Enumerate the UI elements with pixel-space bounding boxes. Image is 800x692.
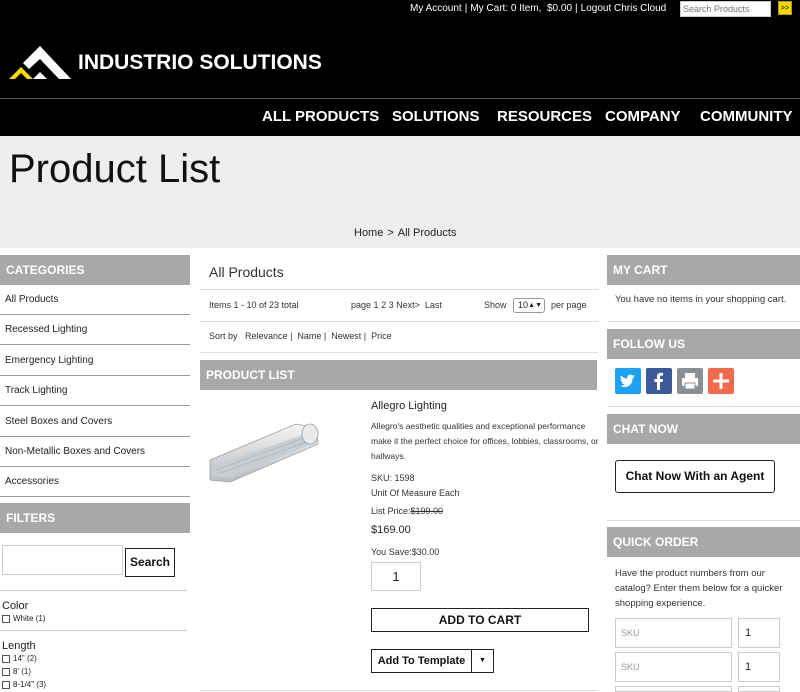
updown-icon: ▲▼ — [528, 302, 542, 309]
pagination: page 1 2 3 Next> Last — [351, 300, 442, 310]
brand-name[interactable]: INDUSTRIO SOLUTIONS — [78, 51, 322, 75]
quick-order-sku-input[interactable]: SKU — [615, 618, 732, 648]
category-recessed-lighting[interactable]: Recessed Lighting — [0, 315, 190, 345]
company-logo-icon[interactable] — [9, 45, 71, 81]
quick-order-description: Have the product numbers from our catalo… — [615, 568, 783, 609]
category-emergency-lighting[interactable]: Emergency Lighting — [0, 346, 190, 376]
you-save: You Save:$30.00 — [371, 547, 440, 557]
template-dropdown-caret-icon[interactable]: ▼ — [472, 649, 494, 673]
breadcrumb-home[interactable]: Home — [354, 227, 383, 239]
product-description: Allegro's aesthetic qualities and except… — [371, 421, 599, 461]
utility-links: My Account | My Cart: 0 Item, $0.00 | Logout… — [410, 3, 667, 14]
results-heading: All Products — [209, 264, 284, 280]
quick-order-sku-input[interactable]: SKU — [615, 652, 732, 682]
quick-order-heading: QUICK ORDER — [607, 527, 800, 557]
nav-community[interactable]: COMMUNITY — [700, 108, 793, 125]
follow-us-heading: FOLLOW US — [607, 329, 800, 359]
list-price-value: $199.00 — [410, 506, 444, 516]
facet-length-8[interactable]: 8' (1) — [2, 667, 31, 676]
per-page-select[interactable]: 10 ▲▼ — [513, 298, 545, 313]
checkbox[interactable] — [2, 654, 10, 663]
breadcrumb-separator: > — [387, 227, 394, 239]
category-accessories[interactable]: Accessories — [0, 467, 190, 497]
quick-order-qty-input[interactable]: 1 — [738, 618, 780, 648]
page-2-link[interactable]: 2 — [381, 300, 386, 310]
category-track-lighting[interactable]: Track Lighting — [0, 376, 190, 406]
quick-order-qty-input[interactable] — [738, 686, 780, 692]
divider — [200, 352, 598, 353]
cart-total: $0.00 — [547, 3, 573, 14]
divider — [607, 520, 800, 521]
product-price: $169.00 — [371, 524, 411, 536]
nav-resources[interactable]: RESOURCES — [497, 108, 592, 125]
quick-order-qty-input[interactable]: 1 — [738, 652, 780, 682]
sort-bar: Sort by Relevance | Name | Newest | Pric… — [209, 331, 392, 341]
filter-divider — [0, 590, 187, 591]
checkbox[interactable] — [2, 680, 10, 689]
facet-length-label: Length — [2, 640, 36, 652]
my-cart-heading: MY CART — [607, 255, 800, 285]
checkbox[interactable] — [2, 667, 10, 676]
filters-heading: FILTERS — [0, 503, 190, 533]
nav-company[interactable]: COMPANY — [605, 108, 681, 125]
divider — [200, 321, 598, 322]
per-page-label: per page — [551, 300, 587, 310]
share-plus-icon[interactable] — [708, 368, 734, 394]
filter-search-button[interactable]: Search — [125, 548, 175, 577]
product-sku: SKU: 1598 — [371, 473, 415, 483]
quantity-input[interactable]: 1 — [371, 562, 421, 591]
add-to-template-button[interactable]: Add To Template — [371, 649, 472, 673]
breadcrumb: Home > All Products — [354, 227, 456, 239]
search-go-button[interactable]: >> — [778, 1, 792, 15]
page-title: Product List — [9, 147, 221, 191]
sort-newest[interactable]: Newest — [331, 331, 361, 341]
my-account-link[interactable]: My Account — [410, 3, 462, 14]
sort-relevance[interactable]: Relevance — [245, 331, 288, 341]
logout-link[interactable]: Logout Chris Cloud — [581, 3, 667, 14]
sort-price[interactable]: Price — [371, 331, 392, 341]
facebook-icon[interactable] — [646, 368, 672, 394]
facet-length-14[interactable]: 14" (2) — [2, 654, 37, 663]
next-page-link[interactable]: Next> — [396, 300, 420, 310]
chat-now-heading: CHAT NOW — [607, 414, 800, 444]
chat-with-agent-button[interactable]: Chat Now With an Agent — [615, 460, 775, 493]
category-steel-boxes[interactable]: Steel Boxes and Covers — [0, 407, 190, 437]
facet-color-label: Color — [2, 600, 29, 612]
product-list-heading: PRODUCT LIST — [200, 360, 597, 390]
product-uom: Unit Of Measure Each — [371, 488, 460, 498]
checkbox[interactable] — [2, 614, 10, 623]
categories-heading: CATEGORIES — [0, 255, 190, 285]
quick-order-sku-input[interactable] — [615, 686, 732, 692]
page-1-link[interactable]: 1 — [374, 300, 379, 310]
sort-name[interactable]: Name — [297, 331, 321, 341]
divider — [607, 406, 800, 407]
nav-all-products[interactable]: ALL PRODUCTS — [262, 108, 379, 125]
divider — [200, 690, 598, 691]
filter-search-input[interactable] — [2, 545, 123, 575]
items-range: Items 1 - 10 of 23 total — [209, 300, 299, 310]
facet-color-white[interactable]: White (1) — [2, 614, 45, 623]
last-page-link[interactable]: Last — [425, 300, 442, 310]
twitter-icon[interactable] — [615, 368, 641, 394]
divider — [607, 321, 800, 322]
pagination-label: page — [351, 300, 372, 310]
facet-length-8-1-4[interactable]: 8-1/4" (3) — [2, 680, 46, 689]
add-to-cart-button[interactable]: ADD TO CART — [371, 608, 589, 632]
filter-divider — [0, 630, 187, 631]
category-non-metallic-boxes[interactable]: Non-Metallic Boxes and Covers — [0, 437, 190, 467]
nav-solutions[interactable]: SOLUTIONS — [392, 108, 480, 125]
cart-empty-message: You have no items in your shopping cart. — [615, 294, 787, 305]
my-cart-link[interactable]: My Cart: 0 Item, — [470, 3, 541, 14]
sort-label: Sort by — [209, 331, 238, 341]
list-price: List Price:$199.00 — [371, 506, 444, 516]
product-image[interactable] — [208, 420, 320, 492]
print-icon[interactable] — [677, 368, 703, 394]
divider — [200, 289, 598, 290]
show-label: Show — [484, 300, 507, 310]
product-name[interactable]: Allegro Lighting — [371, 400, 447, 412]
breadcrumb-current[interactable]: All Products — [398, 227, 457, 239]
category-all-products[interactable]: All Products — [0, 285, 190, 315]
page-3-link[interactable]: 3 — [389, 300, 394, 310]
search-input[interactable] — [680, 1, 771, 17]
